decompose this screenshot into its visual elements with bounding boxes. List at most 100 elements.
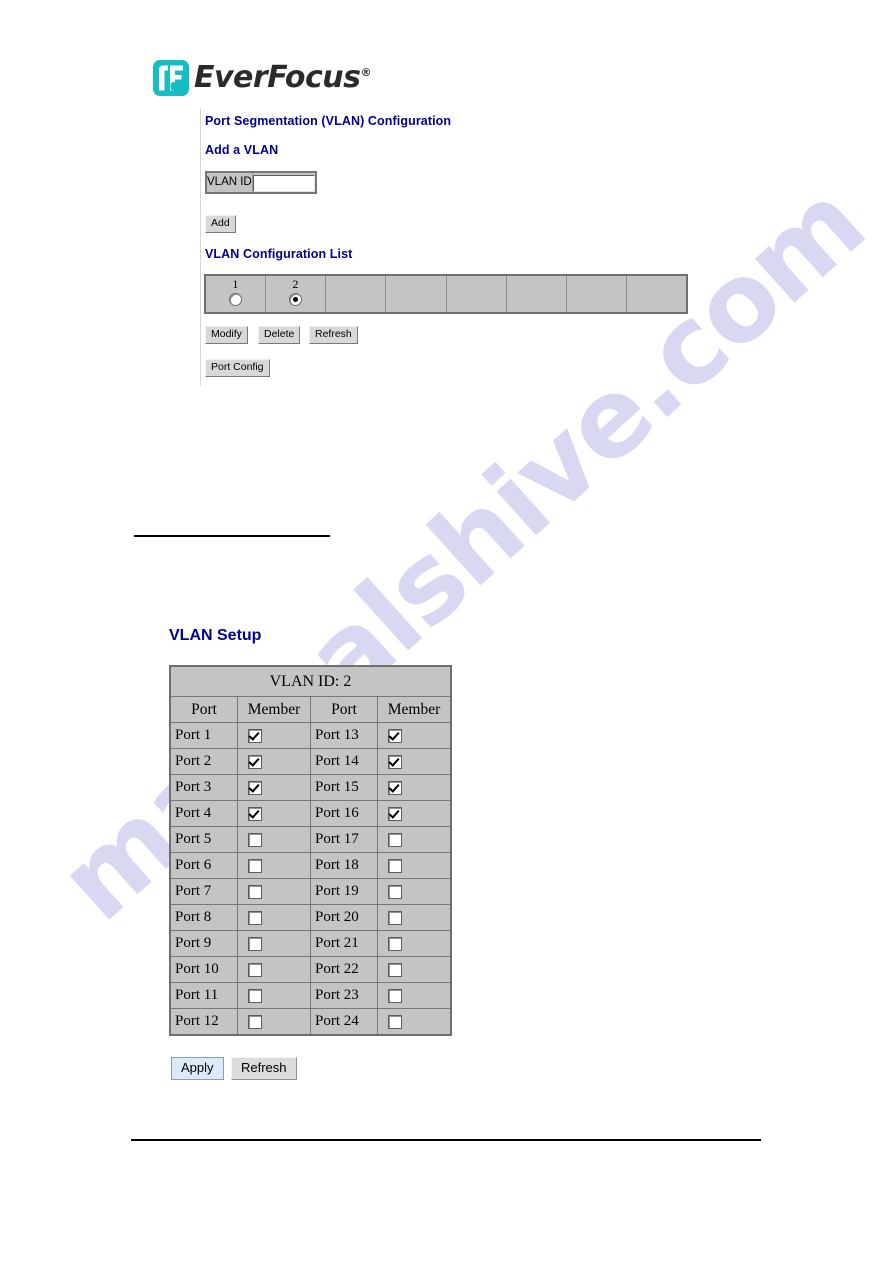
member-checkbox-cell[interactable]	[237, 956, 311, 983]
vlan-select-radio[interactable]	[288, 293, 302, 306]
member-checkbox[interactable]	[248, 754, 262, 769]
member-checkbox-cell[interactable]	[237, 852, 311, 879]
member-checkbox-cell[interactable]	[237, 1008, 311, 1036]
refresh-button[interactable]: Refresh	[309, 326, 358, 344]
member-checkbox[interactable]	[388, 728, 402, 743]
port-label: Port 11	[169, 982, 238, 1009]
vlan-configuration-list-heading: VLAN Configuration List	[205, 247, 353, 261]
member-checkbox[interactable]	[248, 962, 262, 977]
member-checkbox[interactable]	[388, 1014, 402, 1029]
member-checkbox-cell[interactable]	[377, 748, 452, 775]
delete-button[interactable]: Delete	[258, 326, 301, 344]
member-checkbox[interactable]	[388, 806, 402, 821]
vlan-setup-table: VLAN ID: 2 Port Member Port Member Port …	[169, 665, 452, 1036]
member-checkbox-cell[interactable]	[377, 930, 452, 957]
member-checkbox-cell[interactable]	[377, 852, 452, 879]
table-row: Port 7 Port 19	[169, 878, 452, 905]
member-checkbox[interactable]	[248, 936, 262, 951]
vlan-id-label: VLAN ID	[205, 171, 253, 193]
member-checkbox[interactable]	[388, 858, 402, 873]
member-checkbox-cell[interactable]	[377, 722, 452, 749]
vlan-select-radio[interactable]	[228, 293, 242, 306]
member-checkbox-cell[interactable]	[377, 826, 452, 853]
member-checkbox[interactable]	[388, 962, 402, 977]
port-label: Port 1	[169, 722, 238, 749]
member-checkbox-cell[interactable]	[237, 878, 311, 905]
column-header-member-left: Member	[237, 696, 311, 723]
column-header-port-left: Port	[169, 696, 238, 723]
member-checkbox-cell[interactable]	[377, 1008, 452, 1036]
add-vlan-heading: Add a VLAN	[205, 143, 279, 157]
column-header-member-right: Member	[377, 696, 452, 723]
modify-button[interactable]: Modify	[205, 326, 248, 344]
vlan-list-cell-7	[565, 274, 628, 314]
member-checkbox[interactable]	[388, 754, 402, 769]
member-checkbox[interactable]	[248, 858, 262, 873]
member-checkbox[interactable]	[388, 910, 402, 925]
apply-button[interactable]: Apply	[171, 1057, 224, 1080]
table-row: 1 2	[204, 274, 688, 314]
vlan-list-cell-5	[445, 274, 507, 314]
member-checkbox[interactable]	[388, 832, 402, 847]
section-divider-top	[134, 535, 330, 537]
member-checkbox-cell[interactable]	[237, 826, 311, 853]
vlan-id-input[interactable]	[252, 174, 315, 192]
port-label: Port 7	[169, 878, 238, 905]
member-checkbox[interactable]	[248, 780, 262, 795]
member-checkbox-cell[interactable]	[377, 982, 452, 1009]
table-row: Port 9 Port 21	[169, 930, 452, 957]
member-checkbox[interactable]	[248, 832, 262, 847]
add-button[interactable]: Add	[205, 215, 236, 233]
member-checkbox-cell[interactable]	[377, 956, 452, 983]
member-checkbox-cell[interactable]	[237, 904, 311, 931]
port-config-button[interactable]: Port Config	[205, 359, 270, 377]
vlan-configuration-panel: Port Segmentation (VLAN) Configuration A…	[200, 108, 700, 386]
member-checkbox[interactable]	[248, 806, 262, 821]
member-checkbox-cell[interactable]	[237, 774, 311, 801]
table-row: Port 3 Port 15	[169, 774, 452, 801]
member-checkbox[interactable]	[248, 988, 262, 1003]
member-checkbox-cell[interactable]	[237, 800, 311, 827]
port-label: Port 16	[310, 800, 378, 827]
vlan-entry-label: 2	[292, 277, 299, 291]
member-checkbox[interactable]	[248, 884, 262, 899]
member-checkbox-cell[interactable]	[237, 982, 311, 1009]
port-label: Port 17	[310, 826, 378, 853]
member-checkbox[interactable]	[388, 884, 402, 899]
port-label: Port 2	[169, 748, 238, 775]
port-label: Port 8	[169, 904, 238, 931]
member-checkbox[interactable]	[388, 780, 402, 795]
page-title: Port Segmentation (VLAN) Configuration	[205, 114, 452, 128]
member-checkbox-cell[interactable]	[377, 878, 452, 905]
port-label: Port 4	[169, 800, 238, 827]
table-row: Port 5 Port 17	[169, 826, 452, 853]
port-label: Port 15	[310, 774, 378, 801]
vlan-list-cell-8	[626, 274, 688, 314]
member-checkbox[interactable]	[248, 1014, 262, 1029]
member-checkbox[interactable]	[388, 988, 402, 1003]
refresh-button[interactable]: Refresh	[231, 1057, 297, 1080]
vlan-list-cell-6	[505, 274, 568, 314]
port-label: Port 13	[310, 722, 378, 749]
column-header-port-right: Port	[310, 696, 378, 723]
member-checkbox[interactable]	[248, 728, 262, 743]
member-checkbox-cell[interactable]	[377, 774, 452, 801]
table-row: Port 6 Port 18	[169, 852, 452, 879]
member-checkbox-cell[interactable]	[237, 722, 311, 749]
vlan-list-cell-2[interactable]: 2	[264, 274, 327, 314]
add-vlan-table: VLAN ID	[205, 171, 317, 194]
member-checkbox-cell[interactable]	[377, 904, 452, 931]
table-row: Port 2 Port 14	[169, 748, 452, 775]
table-row: Port 4 Port 16	[169, 800, 452, 827]
member-checkbox[interactable]	[388, 936, 402, 951]
logo-wordmark: EverFocus®	[194, 63, 371, 93]
port-label: Port 6	[169, 852, 238, 879]
port-label: Port 3	[169, 774, 238, 801]
vlan-list-cell-1[interactable]: 1	[204, 274, 266, 314]
vlan-id-caption: VLAN ID: 2	[169, 665, 452, 697]
member-checkbox-cell[interactable]	[377, 800, 452, 827]
member-checkbox-cell[interactable]	[237, 930, 311, 957]
member-checkbox[interactable]	[248, 910, 262, 925]
member-checkbox-cell[interactable]	[237, 748, 311, 775]
page-footer-divider	[131, 1139, 761, 1141]
